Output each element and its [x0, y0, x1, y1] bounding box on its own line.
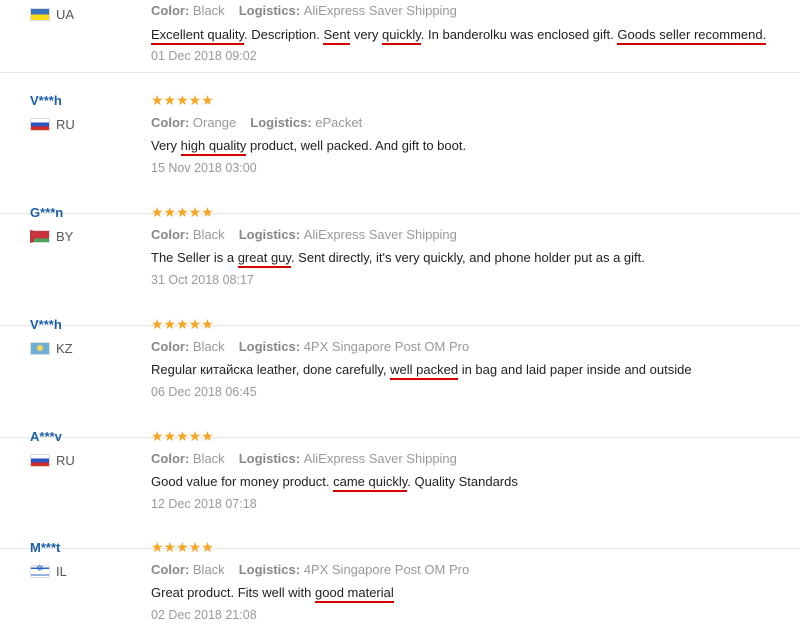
color-value: Black [192, 562, 225, 577]
logistics-value: 4PX Singapore Post OM Pro [303, 339, 470, 354]
text-fragment: Very [151, 138, 181, 153]
review-item: G***n BY ★★★★★ Color: Black Logistics: AliEx… [0, 205, 800, 326]
review-text: The Seller is a great guy. Sent directly… [151, 250, 645, 268]
reviewer-country: RU [30, 453, 75, 468]
color-label: Color: [151, 115, 193, 130]
star-rating-icon: ★★★★★ [151, 205, 214, 221]
country-code: IL [56, 564, 67, 579]
highlighted-phrase: high quality [180, 138, 247, 156]
highlighted-phrase: Excellent quality [151, 27, 244, 45]
logistics-label: Logistics: [238, 451, 304, 466]
color-value: Black [192, 339, 225, 354]
text-fragment: product, well packed. And gift to boot. [246, 138, 467, 153]
reviewer-name[interactable]: G***n [30, 205, 63, 220]
country-code: BY [56, 229, 74, 244]
text-fragment: . In banderolku was enclosed gift. [420, 27, 618, 42]
country-code: KZ [56, 341, 73, 356]
country-flag-icon [30, 8, 50, 21]
review-text: Excellent quality. Description. Sent ver… [151, 27, 767, 45]
review-text: Regular китайcка leather, done carefully… [151, 362, 692, 380]
color-value: Black [192, 3, 225, 18]
review-item: UA Color: Black Logistics: AliExpress Save… [0, 0, 800, 73]
logistics-value: ePacket [315, 115, 363, 130]
text-fragment: . Quality Standards [407, 474, 518, 489]
country-code: UA [56, 7, 75, 22]
country-flag-icon [30, 230, 50, 243]
logistics-value: 4PX Singapore Post OM Pro [303, 562, 470, 577]
order-info: Color: Black Logistics: AliExpress Saver … [151, 451, 457, 466]
reviewer-country: UA [30, 7, 74, 22]
reviewer-country: KZ [30, 341, 73, 356]
review-item: V***h KZ ★★★★★ Color: Black Logistics: 4PX S… [0, 317, 800, 438]
country-flag-icon [30, 118, 50, 131]
star-rating-icon: ★★★★★ [151, 93, 214, 109]
review-item: M***t IL ★★★★★ Color: Black Logistics: 4PX S… [0, 540, 800, 637]
color-label: Color: [151, 339, 193, 354]
text-fragment: Regular китайcка leather, done carefully… [151, 362, 391, 377]
highlighted-phrase: Goods seller recommend. [617, 27, 767, 45]
order-info: Color: Orange Logistics: ePacket [151, 115, 362, 130]
color-value: Black [192, 451, 225, 466]
review-date: 06 Dec 2018 06:45 [151, 385, 257, 399]
order-info: Color: Black Logistics: AliExpress Saver … [151, 227, 457, 242]
star-rating-icon: ★★★★★ [151, 540, 214, 556]
reviewer-name[interactable]: V***h [30, 93, 62, 108]
review-date: 15 Nov 2018 03:00 [151, 161, 257, 175]
reviewer-name[interactable]: M***t [30, 540, 60, 555]
text-fragment: in bag and laid paper inside and outside [458, 362, 692, 377]
review-date: 01 Dec 2018 09:02 [151, 49, 257, 63]
review-item: V***h RU ★★★★★ Color: Orange Logistics: ePac… [0, 93, 800, 214]
text-fragment: . Sent directly, it's very quickly, and … [290, 250, 645, 265]
color-value: Black [192, 227, 225, 242]
country-flag-icon [30, 564, 50, 578]
reviewer-country: RU [30, 117, 75, 132]
logistics-label: Logistics: [238, 562, 304, 577]
star-rating-icon: ★★★★★ [151, 429, 214, 445]
highlighted-phrase: well packed [390, 362, 459, 380]
review-text: Good value for money product. came quick… [151, 474, 518, 492]
star-rating-icon: ★★★★★ [151, 317, 214, 333]
order-info: Color: Black Logistics: 4PX Singapore Pos… [151, 562, 469, 577]
logistics-label: Logistics: [238, 227, 304, 242]
color-label: Color: [151, 562, 193, 577]
country-code: RU [56, 117, 75, 132]
highlighted-phrase: good material [315, 585, 394, 603]
review-text: Great product. Fits well with good mater… [151, 585, 394, 603]
order-info: Color: Black Logistics: AliExpress Saver … [151, 3, 457, 18]
logistics-label: Logistics: [238, 3, 304, 18]
text-fragment: The Seller is a [151, 250, 238, 265]
logistics-label: Logistics: [238, 339, 304, 354]
reviewer-name[interactable]: V***h [30, 317, 62, 332]
logistics-label: Logistics: [250, 115, 316, 130]
text-fragment: . Description. [243, 27, 324, 42]
text-fragment: Great product. Fits well with [151, 585, 315, 600]
color-value: Orange [192, 115, 237, 130]
review-text: Very high quality product, well packed. … [151, 138, 467, 156]
logistics-value: AliExpress Saver Shipping [303, 227, 457, 242]
logistics-value: AliExpress Saver Shipping [303, 3, 457, 18]
highlighted-phrase: Sent [323, 27, 351, 45]
highlighted-phrase: great guy [237, 250, 291, 268]
reviewer-country: IL [30, 564, 67, 579]
highlighted-phrase: came quickly [333, 474, 408, 492]
text-fragment: very [350, 27, 383, 42]
review-date: 02 Dec 2018 21:08 [151, 608, 257, 622]
logistics-value: AliExpress Saver Shipping [303, 451, 457, 466]
highlighted-phrase: quickly [382, 27, 421, 45]
country-flag-icon [30, 342, 50, 355]
country-flag-icon [30, 454, 50, 467]
color-label: Color: [151, 451, 193, 466]
review-item: A***v RU ★★★★★ Color: Black Logistics: AliEx… [0, 429, 800, 549]
reviewer-country: BY [30, 229, 73, 244]
color-label: Color: [151, 3, 193, 18]
country-code: RU [56, 453, 75, 468]
review-date: 12 Dec 2018 07:18 [151, 497, 257, 511]
review-date: 31 Oct 2018 08:17 [151, 273, 254, 287]
text-fragment: Good value for money product. [151, 474, 334, 489]
reviewer-name[interactable]: A***v [30, 429, 62, 444]
color-label: Color: [151, 227, 193, 242]
order-info: Color: Black Logistics: 4PX Singapore Pos… [151, 339, 469, 354]
